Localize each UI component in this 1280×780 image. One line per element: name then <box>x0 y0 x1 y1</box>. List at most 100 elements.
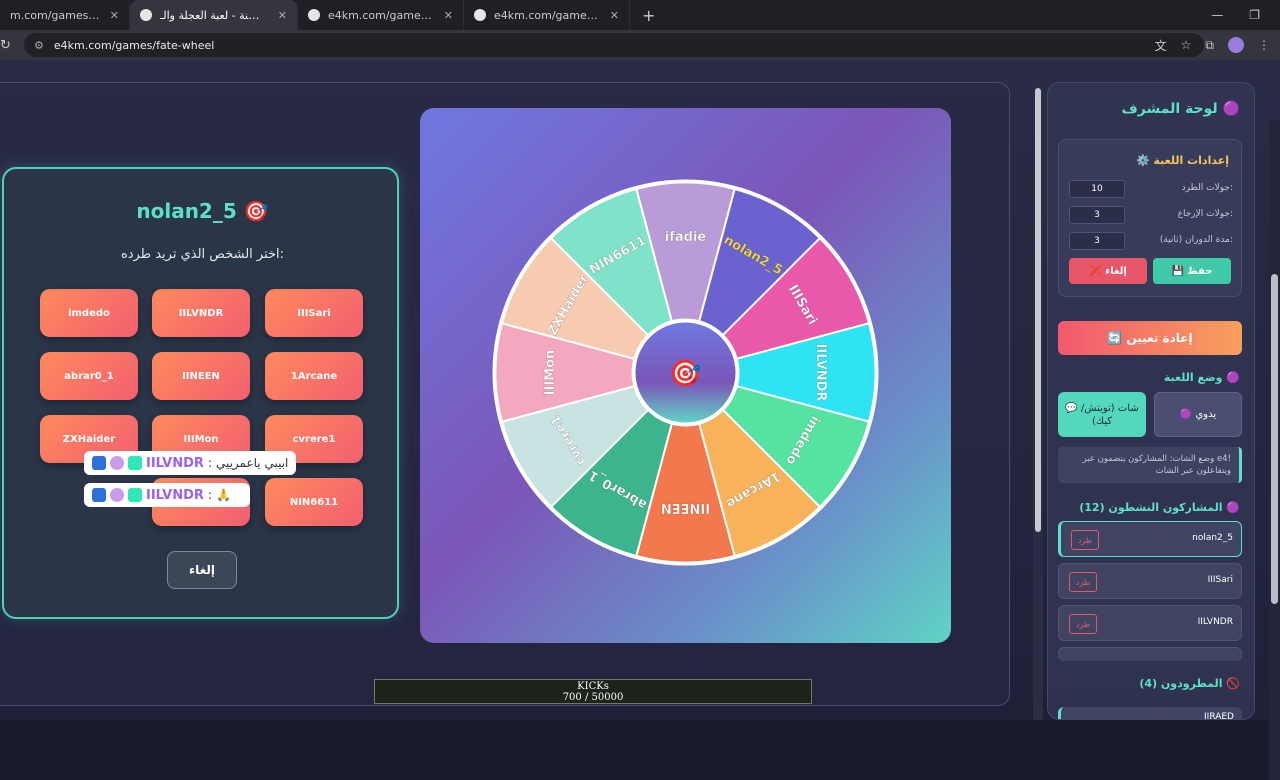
player-button[interactable]: imdedo <box>40 289 138 337</box>
participant-item: nolan2_5 طرد <box>1058 521 1242 557</box>
panel-scrollbar-thumb[interactable] <box>1035 88 1041 532</box>
tab-3[interactable]: e4km.com/games/wheel-of-fat ✕ <box>464 0 630 30</box>
tab-1[interactable]: دوامة الشخصنة - لعبة العجلة والـ ✕ <box>130 0 298 30</box>
tab-title: m.com/games/fastest-finge <box>10 8 100 22</box>
cancel-button[interactable]: ❌ إلغاء <box>1069 258 1147 284</box>
manual-mode-button[interactable]: 🟣 يدوي <box>1154 392 1242 437</box>
kick-selection-panel: nolan2_5 🎯 اختر الشخص الذي تريد طرده: im… <box>2 167 399 619</box>
setting-label: مدة الدوران (ثانية): <box>1159 235 1233 245</box>
player-button[interactable]: 1Arcane <box>265 352 363 400</box>
browser-actions: 文 ☆ ⧉ ⋮ <box>1155 30 1270 60</box>
chat-text: ابيبي ياعمرييي <box>215 456 289 470</box>
kick-rounds-input[interactable]: 10 <box>1069 180 1125 198</box>
chat-separator: : <box>207 488 212 502</box>
new-tab-icon[interactable]: + <box>630 6 667 25</box>
kicked-item: IIRAED <box>1058 707 1242 720</box>
current-player-title: nolan2_5 🎯 <box>136 199 269 223</box>
cancel-kick-button[interactable]: إلغاء <box>167 551 237 589</box>
bookmark-star-icon[interactable]: ☆ <box>1181 38 1192 52</box>
kicked-name: IIRAED <box>1204 712 1234 720</box>
admin-title: لوحة المشرف 🟣 <box>1121 101 1240 117</box>
reset-button[interactable]: 🔄 إعادة تعيين <box>1058 321 1242 355</box>
close-icon[interactable]: ✕ <box>278 9 287 22</box>
kick-instruction: اختر الشخص الذي تريد طرده: <box>120 247 285 262</box>
participants-title: المشاركون النشطون (12) 🟣 <box>1079 501 1240 514</box>
window-controls: — ❐ <box>1211 0 1280 30</box>
badge-icon <box>128 456 142 470</box>
return-rounds-input[interactable]: 3 <box>1069 206 1125 224</box>
page: nolan2_5 🎯 اختر الشخص الذي تريد طرده: im… <box>0 60 1280 780</box>
tab-0[interactable]: m.com/games/fastest-finge ✕ <box>0 0 130 30</box>
game-settings: ⚙️ إعدادات اللعبة 10 جولات الطرد: 3 جولا… <box>1058 139 1242 297</box>
chat-username: IILVNDR <box>146 487 204 503</box>
close-icon[interactable]: ✕ <box>444 9 453 22</box>
save-button[interactable]: 💾 حفظ <box>1153 258 1231 284</box>
restore-icon[interactable]: ❐ <box>1249 8 1260 22</box>
kick-button[interactable]: طرد <box>1069 572 1097 592</box>
player-button[interactable]: IINEEN <box>152 352 250 400</box>
chat-mode-button[interactable]: 💬 شات (تويتش/كيك) <box>1058 392 1146 437</box>
setting-kick-rounds: 10 جولات الطرد: <box>1069 180 1233 198</box>
menu-icon[interactable]: ⋮ <box>1258 38 1270 52</box>
badge-icon <box>110 488 124 502</box>
reload-icon[interactable]: ↻ <box>0 38 14 53</box>
participant-item: IIISari طرد <box>1058 563 1242 599</box>
kicks-value: 700 / 50000 <box>562 692 624 703</box>
url-input[interactable]: ⚙ e4km.com/games/fate-wheel <box>24 33 1204 57</box>
close-icon[interactable]: ✕ <box>610 9 619 22</box>
player-button[interactable]: IILVNDR <box>152 289 250 337</box>
url-text: e4km.com/games/fate-wheel <box>53 38 215 52</box>
kicked-title: المطرودون (4) 🚫 <box>1139 677 1240 690</box>
close-icon[interactable]: ✕ <box>110 9 119 22</box>
setting-label: جولات الطرد: <box>1181 183 1233 193</box>
globe-icon <box>474 9 486 21</box>
minimize-icon[interactable]: — <box>1211 8 1223 22</box>
participant-name: nolan2_5 <box>1192 533 1233 543</box>
chat-username: IILVNDR <box>146 455 204 471</box>
kick-button[interactable]: طرد <box>1069 614 1097 634</box>
chat-message: IILVNDR : ابيبي ياعمرييي <box>84 451 297 475</box>
tab-title: e4km.com/games/word-challe <box>328 8 434 22</box>
tab-2[interactable]: e4km.com/games/word-challe ✕ <box>298 0 464 30</box>
chat-separator: : <box>207 456 212 470</box>
page-scrollbar-thumb[interactable] <box>1271 274 1278 604</box>
globe-icon <box>308 9 320 21</box>
setting-spin-duration: 3 مدة الدوران (ثانية): <box>1069 232 1233 250</box>
tab-title: e4km.com/games/wheel-of-fat <box>494 8 600 22</box>
wheel-card: ifadie nolan2_5 IIISari IILVNDR imdedo 1Arcan… <box>420 108 951 643</box>
profile-avatar[interactable] <box>1228 37 1244 53</box>
wheel-segment-label: IILVNDR <box>813 344 828 402</box>
kicks-label: KICKs <box>577 681 609 692</box>
admin-panel: لوحة المشرف 🟣 ⚙️ إعدادات اللعبة 10 جولات… <box>1047 82 1255 720</box>
badge-icon <box>128 488 142 502</box>
spin-duration-input[interactable]: 3 <box>1069 232 1125 250</box>
participant-name: IILVNDR <box>1197 617 1233 627</box>
settings-title: ⚙️ إعدادات اللعبة <box>1135 154 1229 167</box>
badge-icon <box>110 456 124 470</box>
fate-wheel[interactable]: ifadie nolan2_5IIISariIILVNDRimdedo1Arcan… <box>489 176 882 569</box>
chat-message: IILVNDR : 🙏 <box>84 483 250 507</box>
mode-title: وضع اللعبة 🟣 <box>1163 371 1240 384</box>
badge-icon <box>92 456 106 470</box>
extensions-icon[interactable]: ⧉ <box>1205 38 1214 53</box>
participant-item: IILVNDR طرد <box>1058 605 1242 641</box>
setting-return-rounds: 3 جولات الإرجاع: <box>1069 206 1233 224</box>
badge-icon <box>92 488 106 502</box>
setting-label: جولات الإرجاع: <box>1177 209 1233 219</box>
player-button[interactable]: abrar0_1 <box>40 352 138 400</box>
mode-description: وضع الشات: المشاركون ينضمون عبر e4! ويتف… <box>1058 447 1242 483</box>
page-scrollbar[interactable] <box>1269 120 1280 780</box>
player-button[interactable]: IIISari <box>265 289 363 337</box>
kick-button[interactable]: طرد <box>1071 530 1099 550</box>
player-button[interactable]: NIN6611 <box>265 478 363 526</box>
translate-icon[interactable]: 文 <box>1155 37 1167 54</box>
wheel-segment-label: IIIMon <box>543 350 558 396</box>
participant-name: IIISari <box>1207 575 1233 585</box>
target-icon: 🎯 <box>669 359 701 389</box>
participant-item-partial <box>1058 647 1242 661</box>
wheel-segment-label: IINEEN <box>661 500 710 515</box>
site-info-icon[interactable]: ⚙ <box>34 39 44 52</box>
kicks-progress: KICKs 700 / 50000 <box>374 679 812 704</box>
globe-icon <box>140 9 152 21</box>
browser-tab-bar: m.com/games/fastest-finge ✕ دوامة الشخصن… <box>0 0 1280 30</box>
